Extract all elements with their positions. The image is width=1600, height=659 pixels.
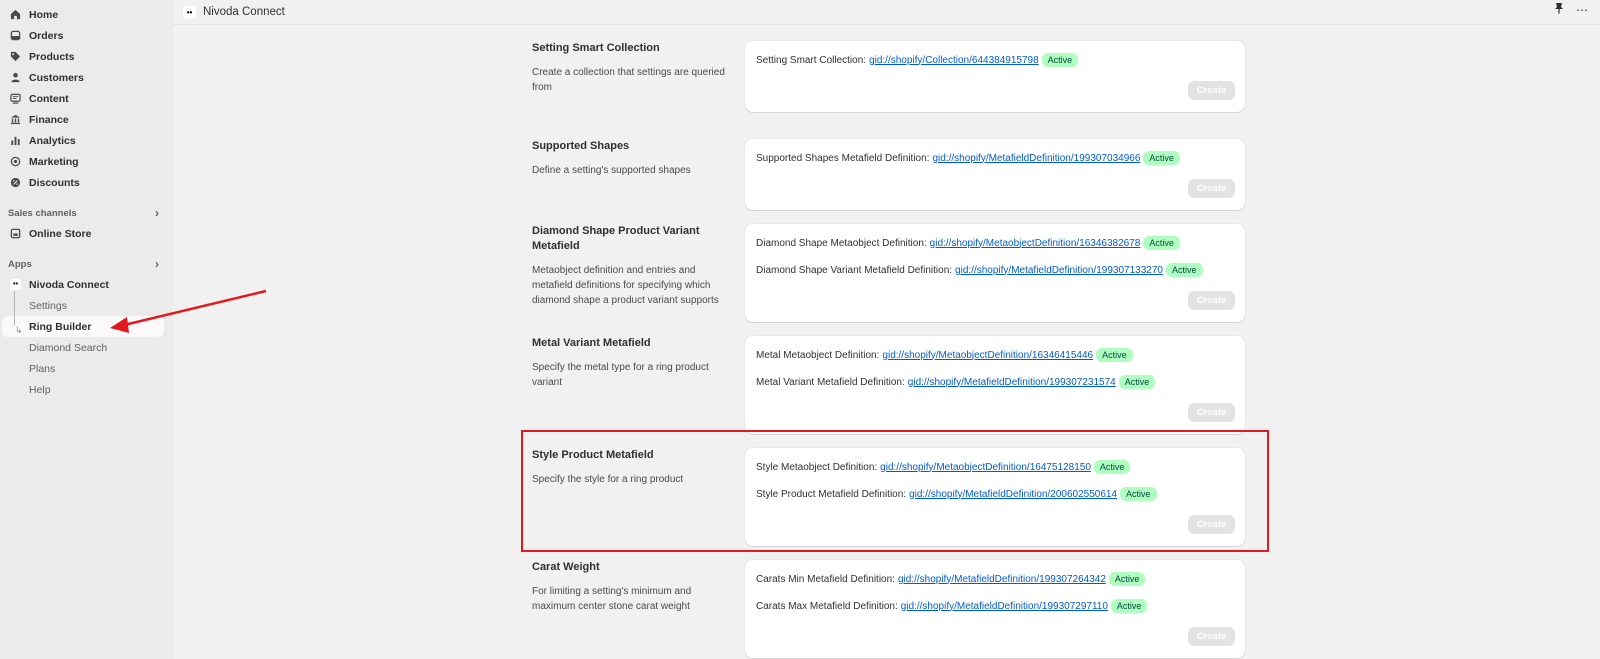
status-badge: Active (1108, 572, 1146, 586)
section-title: Setting Smart Collection (532, 42, 660, 54)
sidebar-subitem-help[interactable]: Help (0, 379, 173, 400)
more-options-icon[interactable]: ⋯ (1576, 3, 1588, 17)
sidebar-item-label: Diamond Search (29, 341, 108, 354)
annotation-highlight-box (521, 430, 1269, 552)
section-title: Metal Variant Metafield (532, 337, 651, 349)
gid-link[interactable]: gid://shopify/MetaobjectDefinition/16346… (930, 238, 1141, 249)
gid-link[interactable]: gid://shopify/MetaobjectDefinition/16346… (882, 350, 1093, 361)
definition-row: Diamond Shape Metaobject Definition: gid… (756, 236, 1180, 250)
status-badge: Active (1041, 53, 1079, 67)
definition-label: Diamond Shape Variant Metafield Definiti… (756, 264, 953, 276)
annotation-arrow (110, 289, 267, 333)
definition-label: Metal Metaobject Definition: (756, 349, 880, 361)
definition-row: Diamond Shape Variant Metafield Definiti… (756, 263, 1203, 277)
status-badge: Active (1110, 599, 1148, 613)
sidebar-subitem-diamond-search[interactable]: Diamond Search (0, 337, 173, 358)
status-badge: Active (1096, 348, 1133, 362)
section-description: Specify the metal type for a ring produc… (532, 362, 709, 388)
create-button[interactable]: Create (1188, 81, 1235, 100)
title-bar-actions: ⋯ (1554, 2, 1588, 17)
section-info: Setting Smart Collection Create a collec… (532, 41, 732, 95)
definition-row: Carats Min Metafield Definition: gid://s… (756, 572, 1146, 586)
definition-label: Metal Variant Metafield Definition: (756, 376, 905, 388)
definition-label: Carats Min Metafield Definition: (756, 573, 895, 585)
section-description: Define a setting's supported shapes (532, 165, 691, 176)
gid-link[interactable]: gid://shopify/MetafieldDefinition/199307… (908, 377, 1116, 388)
definition-row: Metal Variant Metafield Definition: gid:… (756, 375, 1156, 389)
section-info: Diamond Shape Product Variant Metafield … (532, 224, 732, 308)
section-info: Supported Shapes Define a setting's supp… (532, 139, 732, 178)
definition-label: Carats Max Metafield Definition: (756, 600, 898, 612)
definition-label: Supported Shapes Metafield Definition: (756, 152, 930, 164)
settings-card: Supported Shapes Metafield Definition: g… (745, 139, 1245, 210)
definition-row: Metal Metaobject Definition: gid://shopi… (756, 348, 1133, 362)
status-badge: Active (1118, 375, 1156, 389)
definition-label: Setting Smart Collection: (756, 54, 867, 66)
definition-row: Carats Max Metafield Definition: gid://s… (756, 599, 1148, 613)
gid-link[interactable]: gid://shopify/MetafieldDefinition/199307… (901, 601, 1108, 612)
settings-card: Metal Metaobject Definition: gid://shopi… (745, 336, 1245, 434)
sidebar-item-label: Help (29, 383, 51, 396)
gid-link[interactable]: gid://shopify/MetafieldDefinition/199307… (932, 153, 1140, 164)
status-badge: Active (1165, 263, 1203, 277)
section-title: Diamond Shape Product Variant Metafield (532, 225, 700, 252)
create-button[interactable]: Create (1188, 627, 1235, 646)
definition-row: Setting Smart Collection: gid://shopify/… (756, 53, 1079, 67)
sidebar-item-label: Plans (29, 362, 56, 375)
create-button[interactable]: Create (1188, 403, 1235, 422)
status-badge: Active (1143, 151, 1180, 165)
section-info: Metal Variant Metafield Specify the meta… (532, 336, 732, 390)
settings-card: Carats Min Metafield Definition: gid://s… (745, 560, 1245, 658)
gid-link[interactable]: gid://shopify/MetafieldDefinition/199307… (898, 574, 1106, 585)
create-button[interactable]: Create (1188, 291, 1235, 310)
section-info: Carat Weight For limiting a setting's mi… (532, 560, 732, 614)
pin-icon[interactable] (1554, 2, 1564, 17)
status-badge: Active (1143, 236, 1180, 250)
settings-card: Diamond Shape Metaobject Definition: gid… (745, 224, 1245, 322)
section-description: Metaobject definition and entries and me… (532, 265, 719, 306)
gid-link[interactable]: gid://shopify/MetafieldDefinition/199307… (955, 265, 1163, 276)
section-title: Carat Weight (532, 561, 600, 573)
section-description: Create a collection that settings are qu… (532, 67, 725, 93)
app-title-bar: •• Nivoda Connect ⋯ (173, 0, 1600, 25)
definition-row: Supported Shapes Metafield Definition: g… (756, 151, 1180, 165)
gid-link[interactable]: gid://shopify/Collection/644384915798 (869, 55, 1039, 66)
create-button[interactable]: Create (1188, 179, 1235, 198)
settings-card: Setting Smart Collection: gid://shopify/… (745, 41, 1245, 112)
definition-label: Diamond Shape Metaobject Definition: (756, 237, 927, 249)
section-description: For limiting a setting's minimum and max… (532, 586, 692, 612)
section-title: Supported Shapes (532, 140, 630, 152)
sidebar-subitem-plans[interactable]: Plans (0, 358, 173, 379)
